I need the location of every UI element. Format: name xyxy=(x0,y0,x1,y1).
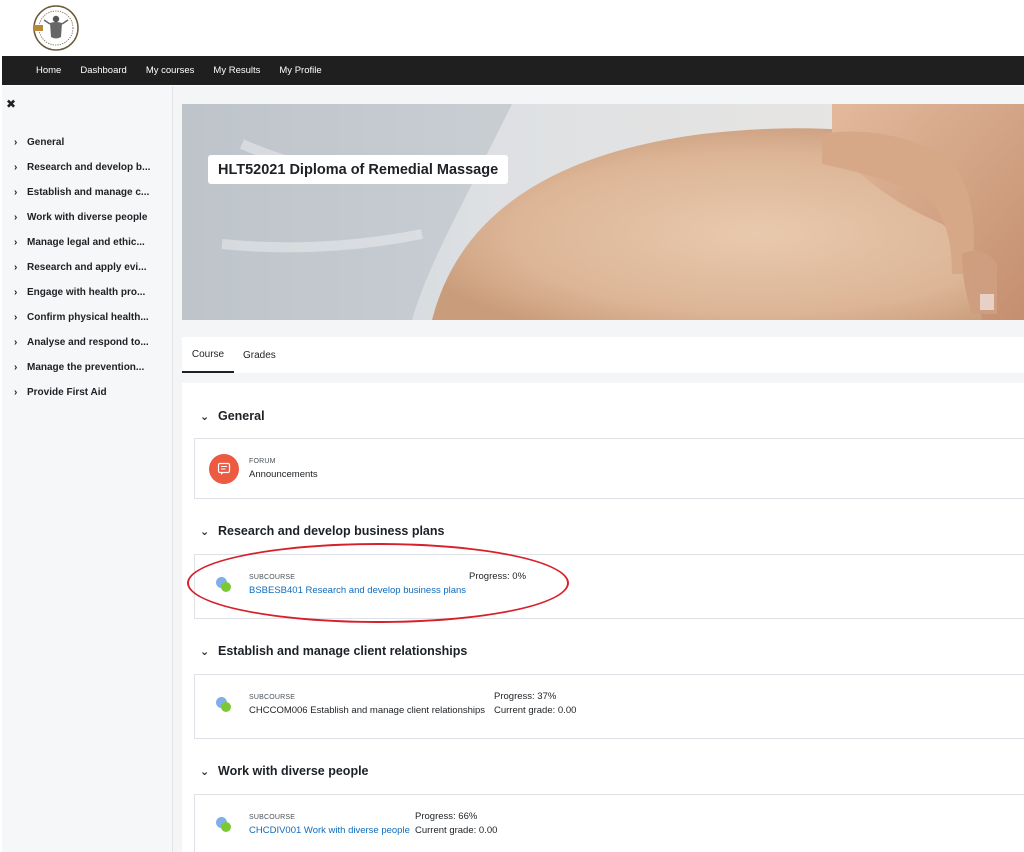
activity-progress: Progress: 37% xyxy=(494,691,557,702)
sidebar-item-general[interactable]: › General xyxy=(2,130,173,155)
activity-type-label: SUBCOURSE xyxy=(249,694,296,701)
sidebar-item-label: Confirm physical health... xyxy=(27,312,149,323)
course-title: HLT52021 Diploma of Remedial Massage xyxy=(208,155,509,184)
activity-progress: Progress: 66% xyxy=(415,811,478,822)
chevron-right-icon[interactable]: › xyxy=(14,212,27,223)
sidebar-item-legal-ethical[interactable]: › Manage legal and ethic... xyxy=(2,230,173,255)
chevron-right-icon[interactable]: › xyxy=(14,187,27,198)
chevron-down-icon[interactable]: ⌄ xyxy=(200,645,218,658)
tab-grades[interactable]: Grades xyxy=(243,337,276,373)
chevron-right-icon[interactable]: › xyxy=(14,137,27,148)
forum-icon[interactable] xyxy=(209,454,239,484)
subcourse-icon[interactable] xyxy=(209,810,239,840)
activity-subcourse-chccom006: SUBCOURSE CHCCOM006 Establish and manage… xyxy=(194,674,1024,739)
course-index-drawer: ✖ › General › Research and develop b... › E… xyxy=(2,86,173,852)
sidebar-item-label: Establish and manage c... xyxy=(27,187,150,198)
close-icon[interactable]: ✖ xyxy=(6,97,16,111)
sidebar-item-label: Research and develop b... xyxy=(27,162,151,173)
section-toggle-general[interactable]: ⌄ General xyxy=(200,406,265,426)
sidebar-item-health-professionals[interactable]: › Engage with health pro... xyxy=(2,280,173,305)
sidebar-item-diverse-people[interactable]: › Work with diverse people xyxy=(2,205,173,230)
chevron-right-icon[interactable]: › xyxy=(14,262,27,273)
section-toggle-research-business[interactable]: ⌄ Research and develop business plans xyxy=(200,521,444,541)
sidebar-item-analyse-respond[interactable]: › Analyse and respond to... xyxy=(2,330,173,355)
subcourse-icon[interactable] xyxy=(209,570,239,600)
chevron-right-icon[interactable]: › xyxy=(14,162,27,173)
sidebar-item-label: Provide First Aid xyxy=(27,387,107,398)
section-title: Research and develop business plans xyxy=(218,524,445,538)
sidebar-item-label: Engage with health pro... xyxy=(27,287,146,298)
sidebar-item-label: Research and apply evi... xyxy=(27,262,147,273)
sidebar-item-label: Work with diverse people xyxy=(27,212,148,223)
site-logo[interactable] xyxy=(30,4,82,52)
activity-name-chccom006[interactable]: CHCCOM006 Establish and manage client re… xyxy=(249,705,485,716)
primary-navigation: Home Dashboard My courses My Results My … xyxy=(2,56,1024,85)
sidebar-item-label: Manage legal and ethic... xyxy=(27,237,145,248)
section-title: Work with diverse people xyxy=(218,764,369,778)
site-header xyxy=(0,0,1024,56)
sidebar-item-research-business[interactable]: › Research and develop b... xyxy=(2,155,173,180)
sidebar-item-first-aid[interactable]: › Provide First Aid xyxy=(2,380,173,405)
section-title: General xyxy=(218,409,265,423)
activity-progress: Progress: 0% xyxy=(469,571,527,582)
sidebar-item-establish-client[interactable]: › Establish and manage c... xyxy=(2,180,173,205)
chevron-right-icon[interactable]: › xyxy=(14,387,27,398)
tab-course[interactable]: Course xyxy=(182,337,234,373)
subcourse-icon[interactable] xyxy=(209,690,239,720)
activity-type-label: SUBCOURSE xyxy=(249,814,296,821)
section-toggle-establish-client[interactable]: ⌄ Establish and manage client relationsh… xyxy=(200,641,467,661)
activity-type-label: SUBCOURSE xyxy=(249,574,296,581)
activity-current-grade: Current grade: 0.00 xyxy=(494,705,577,716)
chevron-right-icon[interactable]: › xyxy=(14,337,27,348)
activity-subcourse-chcdiv001: SUBCOURSE CHCDIV001 Work with diverse pe… xyxy=(194,794,1024,852)
course-tabs: Course Grades xyxy=(182,337,1024,373)
nav-my-results[interactable]: My Results xyxy=(213,65,260,76)
sidebar-item-physical-health[interactable]: › Confirm physical health... xyxy=(2,305,173,330)
section-toggle-diverse-people[interactable]: ⌄ Work with diverse people xyxy=(200,761,369,781)
course-header-image xyxy=(182,104,1024,320)
activity-subcourse-bsbesb401: SUBCOURSE BSBESB401 Research and develop… xyxy=(194,554,1024,619)
nav-home[interactable]: Home xyxy=(36,65,61,76)
chevron-right-icon[interactable]: › xyxy=(14,287,27,298)
chevron-right-icon[interactable]: › xyxy=(14,312,27,323)
activity-name-announcements[interactable]: Announcements xyxy=(249,469,318,480)
nav-my-profile[interactable]: My Profile xyxy=(279,65,321,76)
sidebar-item-label: Manage the prevention... xyxy=(27,362,145,373)
course-index-list: › General › Research and develop b... › Est… xyxy=(2,130,173,405)
section-title: Establish and manage client relationship… xyxy=(218,644,468,658)
activity-forum-announcements: FORUM Announcements xyxy=(194,438,1024,499)
nav-my-courses[interactable]: My courses xyxy=(146,65,195,76)
chevron-right-icon[interactable]: › xyxy=(14,362,27,373)
sidebar-item-label: General xyxy=(27,137,65,148)
sidebar-item-manage-prevention[interactable]: › Manage the prevention... xyxy=(2,355,173,380)
activity-current-grade: Current grade: 0.00 xyxy=(415,825,498,836)
chevron-right-icon[interactable]: › xyxy=(14,237,27,248)
sidebar-item-label: Analyse and respond to... xyxy=(27,337,149,348)
activity-type-label: FORUM xyxy=(249,458,276,465)
chevron-down-icon[interactable]: ⌄ xyxy=(200,765,218,778)
nav-dashboard[interactable]: Dashboard xyxy=(80,65,126,76)
activity-link-bsbesb401[interactable]: BSBESB401 Research and develop business … xyxy=(249,585,466,596)
chevron-down-icon[interactable]: ⌄ xyxy=(200,410,218,423)
sidebar-item-research-evidence[interactable]: › Research and apply evi... xyxy=(2,255,173,280)
activity-link-chcdiv001[interactable]: CHCDIV001 Work with diverse people xyxy=(249,825,410,836)
chevron-down-icon[interactable]: ⌄ xyxy=(200,525,218,538)
